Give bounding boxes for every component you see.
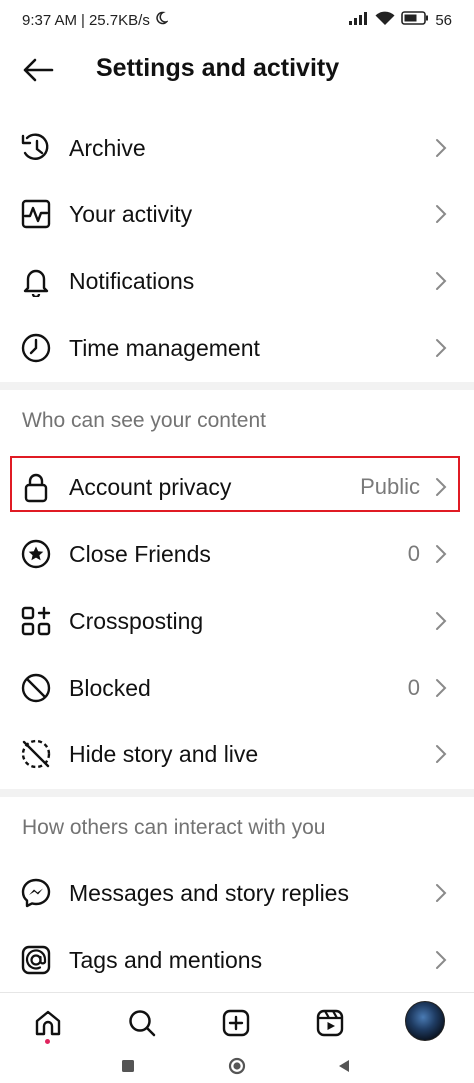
menu-item-label: Crossposting xyxy=(69,607,204,634)
star-circle-icon xyxy=(20,538,52,570)
menu-item-notifications[interactable]: Notifications xyxy=(0,248,474,314)
menu-item-archive[interactable]: Archive xyxy=(0,115,474,181)
signal-icon xyxy=(349,11,369,29)
notification-dot xyxy=(45,1039,50,1044)
home-icon xyxy=(35,1010,61,1036)
menu-item-label: Your activity xyxy=(69,200,193,227)
status-bar: 9:37 AM | 25.7KB/s 56 xyxy=(0,0,474,40)
status-left: 9:37 AM | 25.7KB/s xyxy=(22,11,169,29)
menu-item-label: Time management xyxy=(69,334,260,361)
recents-button[interactable] xyxy=(118,1056,138,1076)
menu-item-time-management[interactable]: Time management xyxy=(0,315,474,381)
system-nav-bar xyxy=(0,1050,474,1083)
system-home-button[interactable] xyxy=(227,1056,247,1076)
menu-item-messages[interactable]: Messages and story replies xyxy=(0,860,474,926)
chevron-right-icon xyxy=(436,612,447,630)
bell-icon xyxy=(20,265,52,297)
menu-item-close-friends[interactable]: Close Friends 0 xyxy=(0,521,474,587)
status-separator: | xyxy=(81,11,85,29)
chevron-right-icon xyxy=(436,339,447,357)
section-divider xyxy=(0,382,474,390)
archive-icon xyxy=(20,132,52,164)
plus-square-icon xyxy=(222,1009,250,1037)
status-right: 56 xyxy=(349,11,452,30)
at-icon xyxy=(20,944,52,976)
messenger-icon xyxy=(20,877,52,909)
reels-icon xyxy=(316,1009,344,1037)
highlight-box xyxy=(10,456,460,512)
section-header-visibility: Who can see your content xyxy=(22,409,266,432)
wifi-icon xyxy=(375,11,395,30)
section-header-interaction: How others can interact with you xyxy=(22,816,326,839)
chevron-right-icon xyxy=(436,272,447,290)
menu-item-blocked[interactable]: Blocked 0 xyxy=(0,655,474,721)
close-friends-count: 0 xyxy=(407,541,420,566)
status-speed: 25.7KB/s xyxy=(88,11,150,29)
nav-home[interactable] xyxy=(28,1005,68,1041)
search-icon xyxy=(129,1010,156,1037)
header: Settings and activity xyxy=(0,40,474,102)
menu-item-label: Blocked xyxy=(69,674,151,701)
moon-icon xyxy=(154,11,169,29)
battery-icon xyxy=(401,11,429,29)
clock-icon xyxy=(20,332,52,364)
status-time: 9:37 AM xyxy=(22,11,78,29)
back-button[interactable] xyxy=(20,54,56,86)
system-back-button[interactable] xyxy=(334,1056,354,1076)
menu-item-label: Notifications xyxy=(69,267,195,294)
circle-icon xyxy=(228,1057,246,1075)
chevron-right-icon xyxy=(436,139,447,157)
chevron-right-icon xyxy=(436,205,447,223)
nav-search[interactable] xyxy=(122,1005,162,1041)
menu-item-label: Close Friends xyxy=(69,540,211,567)
square-icon xyxy=(122,1060,134,1072)
crosspost-icon xyxy=(20,605,52,637)
chevron-right-icon xyxy=(436,545,447,563)
chevron-right-icon xyxy=(436,884,447,902)
menu-item-your-activity[interactable]: Your activity xyxy=(0,181,474,247)
nav-profile-avatar[interactable] xyxy=(405,1001,445,1041)
arrow-left-icon xyxy=(23,58,54,82)
battery-level: 56 xyxy=(435,11,452,29)
menu-item-label: Messages and story replies xyxy=(69,879,349,906)
menu-item-tags-mentions[interactable]: Tags and mentions xyxy=(0,927,474,993)
menu-item-hide-story[interactable]: Hide story and live xyxy=(0,721,474,787)
nav-reels[interactable] xyxy=(310,1005,350,1041)
bottom-nav xyxy=(0,992,474,1050)
chevron-right-icon xyxy=(436,679,447,697)
chevron-right-icon xyxy=(436,745,447,763)
chevron-right-icon xyxy=(436,951,447,969)
page-title: Settings and activity xyxy=(96,54,340,82)
blocked-count: 0 xyxy=(407,675,420,700)
menu-item-label: Archive xyxy=(69,134,146,161)
hide-story-icon xyxy=(20,738,52,770)
blocked-icon xyxy=(20,672,52,704)
section-divider xyxy=(0,789,474,797)
menu-item-label: Tags and mentions xyxy=(69,946,263,973)
menu-item-crossposting[interactable]: Crossposting xyxy=(0,588,474,654)
activity-icon xyxy=(20,198,52,230)
nav-create[interactable] xyxy=(216,1005,256,1041)
triangle-back-icon xyxy=(339,1060,349,1072)
menu-item-label: Hide story and live xyxy=(69,740,259,767)
